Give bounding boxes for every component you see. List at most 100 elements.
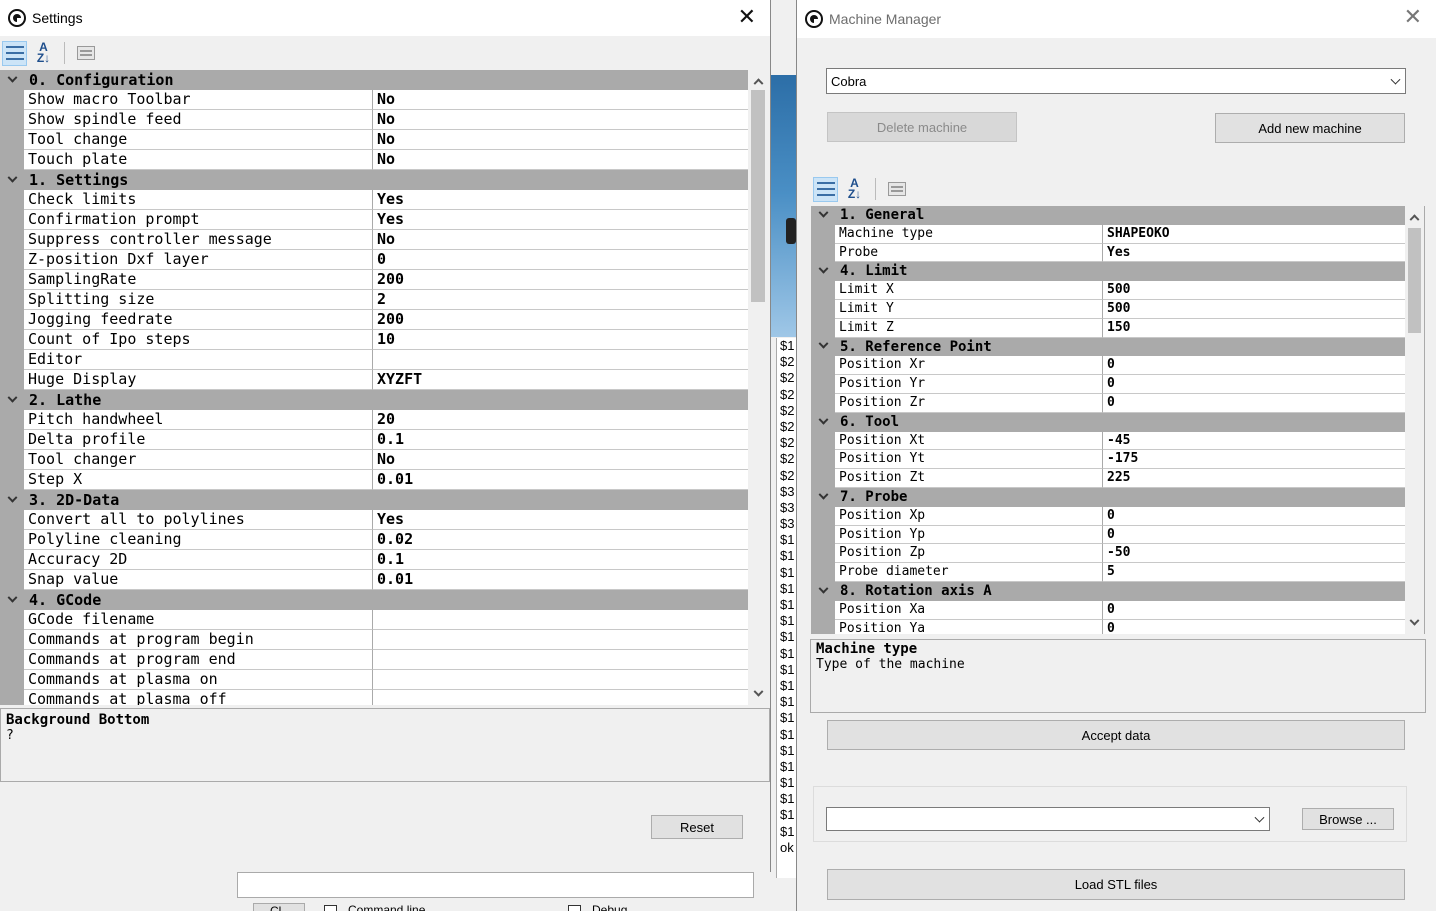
property-row[interactable]: Confirmation prompt Yes bbox=[0, 210, 748, 230]
property-row[interactable]: Accuracy 2D 0.1 bbox=[0, 550, 748, 570]
browse-button[interactable]: Browse ... bbox=[1302, 808, 1394, 830]
property-row[interactable]: Probe Yes bbox=[811, 243, 1405, 263]
category-row[interactable]: 8. Rotation axis A bbox=[811, 581, 1405, 601]
property-value[interactable]: 0 bbox=[1103, 620, 1405, 634]
property-value[interactable]: No bbox=[373, 450, 748, 470]
property-row[interactable]: Position Yr 0 bbox=[811, 375, 1405, 394]
accept-data-button[interactable]: Accept data bbox=[827, 720, 1405, 750]
property-value[interactable]: Yes bbox=[1103, 244, 1405, 263]
property-row[interactable]: Step X 0.01 bbox=[0, 470, 748, 490]
property-row[interactable]: Position Yp 0 bbox=[811, 525, 1405, 545]
property-value[interactable]: 0.1 bbox=[373, 430, 748, 450]
property-row[interactable]: Count of Ipo steps 10 bbox=[0, 330, 748, 350]
property-row[interactable]: Tool change No bbox=[0, 130, 748, 150]
machine-select[interactable]: Cobra bbox=[826, 68, 1406, 94]
property-value[interactable]: 150 bbox=[1103, 319, 1405, 338]
category-row[interactable]: 7. Probe bbox=[811, 487, 1405, 507]
scroll-down-icon[interactable] bbox=[1405, 615, 1424, 632]
expand-chevron-icon[interactable] bbox=[0, 390, 24, 410]
property-value[interactable]: -50 bbox=[1103, 544, 1405, 564]
property-value[interactable]: No bbox=[373, 150, 748, 170]
property-row[interactable]: Position Xp 0 bbox=[811, 506, 1405, 526]
debug-checkbox[interactable] bbox=[568, 905, 581, 911]
property-value[interactable]: 0 bbox=[1103, 526, 1405, 545]
property-row[interactable]: Position Ya 0 bbox=[811, 619, 1405, 634]
property-pages-icon[interactable] bbox=[73, 41, 98, 66]
property-row[interactable]: Tool changer No bbox=[0, 450, 748, 470]
property-row[interactable]: Limit Y 500 bbox=[811, 299, 1405, 319]
clear-button[interactable]: Cl bbox=[253, 903, 305, 911]
property-row[interactable]: Position Zp -50 bbox=[811, 544, 1405, 564]
category-row[interactable]: 2. Lathe bbox=[0, 390, 748, 410]
close-icon[interactable]: ✕ bbox=[738, 6, 756, 28]
property-row[interactable]: Position Yt -175 bbox=[811, 450, 1405, 470]
category-row[interactable]: 3. 2D-Data bbox=[0, 490, 748, 510]
property-row[interactable]: Limit Z 150 bbox=[811, 318, 1405, 338]
settings-grid-scrollbar[interactable] bbox=[748, 70, 768, 705]
scroll-up-icon[interactable] bbox=[1405, 208, 1424, 225]
expand-chevron-icon[interactable] bbox=[0, 70, 24, 90]
property-value[interactable]: 200 bbox=[373, 310, 748, 330]
expand-chevron-icon[interactable] bbox=[811, 488, 835, 507]
scroll-down-icon[interactable] bbox=[748, 686, 768, 703]
property-value[interactable]: Yes bbox=[373, 190, 748, 210]
property-row[interactable]: Position Xa 0 bbox=[811, 600, 1405, 620]
property-row[interactable]: Probe diameter 5 bbox=[811, 563, 1405, 582]
property-row[interactable]: Convert all to polylines Yes bbox=[0, 510, 748, 530]
add-machine-button[interactable]: Add new machine bbox=[1215, 113, 1405, 143]
expand-chevron-icon[interactable] bbox=[811, 413, 835, 432]
property-value[interactable] bbox=[373, 670, 748, 690]
property-row[interactable]: Commands at program begin bbox=[0, 630, 748, 650]
property-value[interactable]: 500 bbox=[1103, 300, 1405, 319]
machine-grid-scrollbar[interactable] bbox=[1405, 206, 1425, 634]
property-row[interactable]: Splitting size 2 bbox=[0, 290, 748, 310]
property-row[interactable]: Position Xt -45 bbox=[811, 431, 1405, 451]
property-row[interactable]: Position Zt 225 bbox=[811, 469, 1405, 488]
expand-chevron-icon[interactable] bbox=[0, 490, 24, 510]
property-value[interactable]: 0 bbox=[1103, 507, 1405, 526]
close-icon[interactable]: ✕ bbox=[1404, 6, 1422, 28]
expand-chevron-icon[interactable] bbox=[811, 262, 835, 281]
category-row[interactable]: 4. GCode bbox=[0, 590, 748, 610]
property-row[interactable]: Delta profile 0.1 bbox=[0, 430, 748, 450]
property-value[interactable]: 200 bbox=[373, 270, 748, 290]
category-row[interactable]: 1. General bbox=[811, 206, 1405, 225]
categorized-view-icon[interactable] bbox=[813, 176, 838, 202]
property-row[interactable]: Limit X 500 bbox=[811, 281, 1405, 300]
scrollbar-thumb[interactable] bbox=[751, 90, 765, 302]
property-row[interactable]: Show macro Toolbar No bbox=[0, 90, 748, 110]
reset-button[interactable]: Reset bbox=[651, 815, 743, 839]
sort-alphabetical-icon[interactable]: A Z↓ bbox=[31, 41, 56, 66]
property-value[interactable]: 0.02 bbox=[373, 530, 748, 550]
expand-chevron-icon[interactable] bbox=[811, 206, 835, 225]
category-row[interactable]: 6. Tool bbox=[811, 412, 1405, 432]
property-row[interactable]: Commands at plasma on bbox=[0, 670, 748, 690]
property-row[interactable]: Show spindle feed No bbox=[0, 110, 748, 130]
expand-chevron-icon[interactable] bbox=[0, 590, 24, 610]
property-value[interactable] bbox=[373, 610, 748, 630]
scroll-up-icon[interactable] bbox=[748, 72, 768, 89]
property-value[interactable]: 0.01 bbox=[373, 470, 748, 490]
property-value[interactable]: SHAPEOKO bbox=[1103, 225, 1405, 244]
property-row[interactable]: GCode filename bbox=[0, 610, 748, 630]
expand-chevron-icon[interactable] bbox=[811, 338, 835, 357]
category-row[interactable]: 1. Settings bbox=[0, 170, 748, 190]
expand-chevron-icon[interactable] bbox=[0, 170, 24, 190]
property-row[interactable]: Huge Display XYZFT bbox=[0, 370, 748, 390]
property-row[interactable]: Polyline cleaning 0.02 bbox=[0, 530, 748, 550]
property-value[interactable]: 0.01 bbox=[373, 570, 748, 590]
command-line-checkbox[interactable] bbox=[324, 905, 337, 911]
property-value[interactable]: No bbox=[373, 130, 748, 150]
property-row[interactable]: Jogging feedrate 200 bbox=[0, 310, 748, 330]
category-row[interactable]: 4. Limit bbox=[811, 262, 1405, 282]
property-value[interactable]: 5 bbox=[1103, 563, 1405, 582]
property-value[interactable]: 0.1 bbox=[373, 550, 748, 570]
property-row[interactable]: Touch plate No bbox=[0, 150, 748, 170]
property-value[interactable]: 2 bbox=[373, 290, 748, 310]
stl-file-select[interactable] bbox=[826, 807, 1270, 831]
scrollbar-thumb[interactable] bbox=[1408, 228, 1421, 333]
property-value[interactable] bbox=[373, 650, 748, 670]
category-row[interactable]: 0. Configuration bbox=[0, 70, 748, 90]
command-input[interactable] bbox=[237, 872, 754, 898]
sort-alphabetical-icon[interactable]: A Z↓ bbox=[842, 177, 867, 202]
